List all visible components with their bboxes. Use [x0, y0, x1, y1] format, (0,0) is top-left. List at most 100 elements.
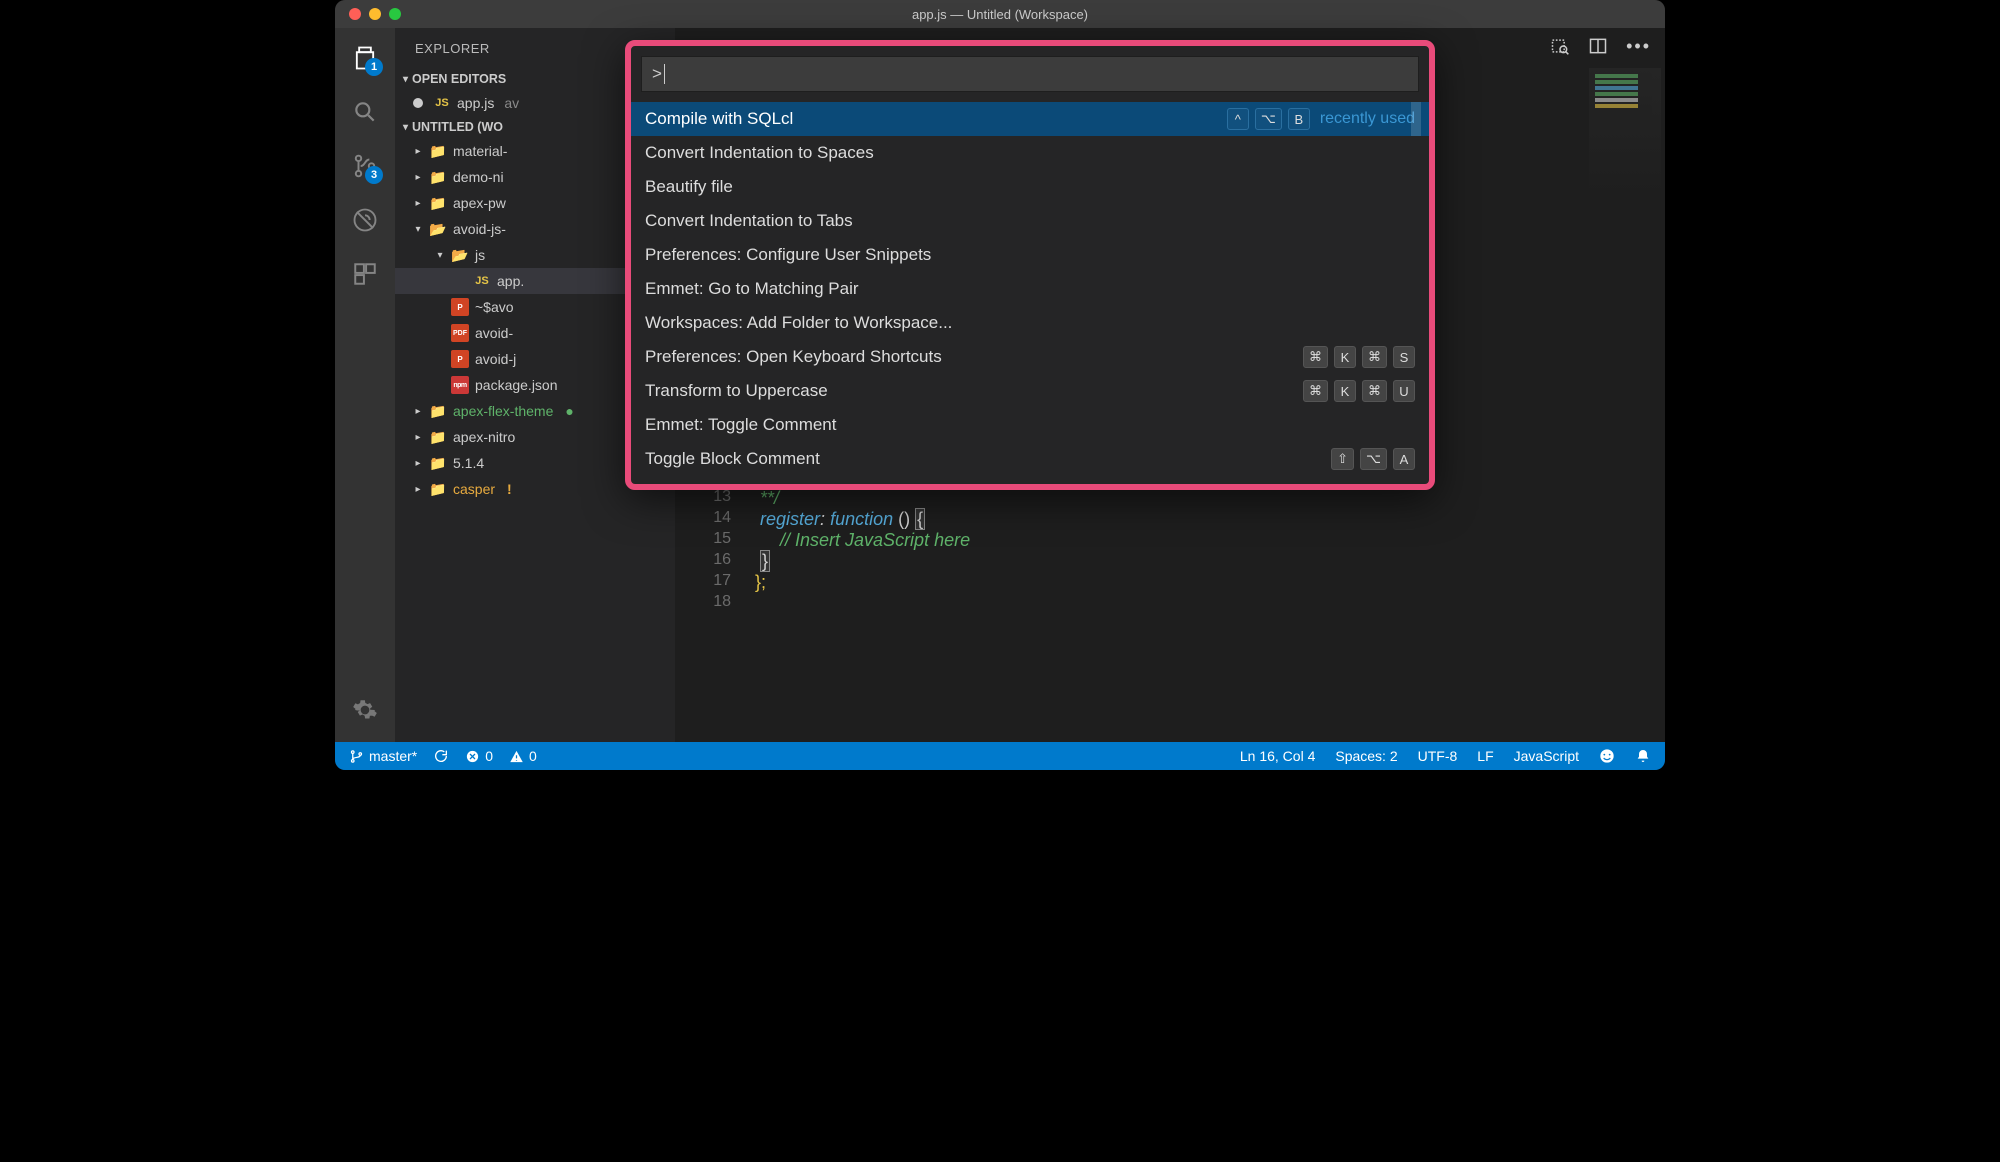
chevron-down-icon: ▾: [413, 224, 423, 235]
palette-item-label: Convert Indentation to Spaces: [645, 143, 1415, 163]
palette-item[interactable]: Compile with SQLcl^⌥Brecently used: [631, 102, 1429, 136]
file-label: demo-ni: [453, 169, 504, 185]
maximize-icon[interactable]: [389, 8, 401, 20]
chevron-right-icon: ▸: [413, 458, 423, 469]
chevron-right-icon: ▸: [413, 172, 423, 183]
chevron-right-icon: ▸: [413, 198, 423, 209]
key: A: [1393, 448, 1415, 470]
pdf-icon: PDF: [451, 324, 469, 342]
find-icon[interactable]: [1550, 36, 1570, 57]
keybinding: ^⌥B: [1227, 108, 1310, 130]
code-text: }: [760, 550, 770, 572]
folder-icon: 📁: [429, 428, 447, 446]
activity-settings-icon[interactable]: [349, 694, 381, 726]
palette-item[interactable]: Beautify file: [631, 170, 1429, 204]
palette-item[interactable]: Transform to Uppercase⌘K⌘U: [631, 374, 1429, 408]
git-modified-icon: ●: [565, 403, 573, 419]
key: ⌘: [1303, 346, 1328, 368]
folder-icon: 📁: [429, 194, 447, 212]
file-label: package.json: [475, 377, 558, 393]
open-editors-label: OPEN EDITORS: [412, 72, 506, 86]
activity-extensions-icon[interactable]: [349, 258, 381, 290]
chevron-right-icon: ▸: [413, 432, 423, 443]
git-untracked-icon: !: [507, 481, 512, 497]
folder-icon: 📂: [429, 220, 447, 238]
js-icon: JS: [433, 94, 451, 112]
palette-input[interactable]: >: [641, 56, 1419, 92]
palette-item-label: Toggle Block Comment: [645, 449, 1331, 469]
open-editor-label: app.js: [457, 95, 494, 111]
keybinding: ⌘K⌘U: [1303, 380, 1415, 402]
branch-label: master*: [369, 748, 417, 764]
palette-item[interactable]: Toggle Block Comment⇧ ⌥ A: [631, 442, 1429, 476]
titlebar: app.js — Untitled (Workspace): [335, 0, 1665, 28]
window-title: app.js — Untitled (Workspace): [335, 7, 1665, 22]
palette-item-label: Preferences: Open Keyboard Shortcuts: [645, 347, 1303, 367]
palette-prompt: >: [652, 64, 662, 84]
eol[interactable]: LF: [1477, 748, 1493, 764]
chevron-right-icon: ▸: [413, 146, 423, 157]
key: ⌥: [1360, 448, 1387, 470]
activity-search-icon[interactable]: [349, 96, 381, 128]
key: ⌥: [1255, 108, 1282, 130]
chevron-down-icon: ▾: [435, 250, 445, 261]
sync-icon[interactable]: [433, 748, 449, 764]
file-label: casper: [453, 481, 495, 497]
file-label: js: [475, 247, 485, 263]
palette-item-label: Compile with SQLcl: [645, 109, 1227, 129]
notifications-icon[interactable]: [1635, 748, 1651, 764]
ppt-icon: P: [451, 298, 469, 316]
palette-item[interactable]: Convert Indentation to Tabs: [631, 204, 1429, 238]
workspace-label: UNTITLED (WO: [412, 120, 503, 134]
activity-debug-icon[interactable]: [349, 204, 381, 236]
status-bar: master* 0 0 Ln 16, Col 4 Spaces: 2 UTF-8…: [335, 742, 1665, 770]
folder-icon: 📂: [451, 246, 469, 264]
split-editor-icon[interactable]: [1588, 36, 1608, 57]
palette-item[interactable]: Workspaces: Add Folder to Workspace...: [631, 306, 1429, 340]
cursor-position[interactable]: Ln 16, Col 4: [1240, 748, 1316, 764]
errors-count[interactable]: 0: [465, 748, 493, 764]
chevron-down-icon: ▾: [403, 122, 408, 133]
palette-item[interactable]: Convert Indentation to Spaces: [631, 136, 1429, 170]
folder-icon: 📁: [429, 168, 447, 186]
indent-setting[interactable]: Spaces: 2: [1335, 748, 1397, 764]
open-editor-suffix: av: [504, 95, 519, 111]
palette-item[interactable]: Emmet: Toggle Comment: [631, 408, 1429, 442]
key: K: [1334, 346, 1356, 368]
explorer-badge: 1: [365, 58, 383, 76]
git-branch[interactable]: master*: [349, 748, 417, 764]
feedback-icon[interactable]: [1599, 748, 1615, 764]
palette-item-label: Emmet: Go to Matching Pair: [645, 279, 1415, 299]
palette-item[interactable]: Preferences: Open Keyboard Shortcuts⌘K⌘S: [631, 340, 1429, 374]
editor-actions: •••: [1550, 36, 1651, 57]
encoding[interactable]: UTF-8: [1418, 748, 1458, 764]
file-label: ~$avo: [475, 299, 514, 315]
folder-icon: 📁: [429, 480, 447, 498]
scrollbar-thumb[interactable]: [1411, 102, 1421, 136]
file-label: avoid-j: [475, 351, 516, 367]
file-label: apex-nitro: [453, 429, 515, 445]
activity-explorer-icon[interactable]: 1: [349, 42, 381, 74]
folder-icon: 📁: [429, 402, 447, 420]
unsaved-dot-icon: [413, 98, 423, 108]
close-icon[interactable]: [349, 8, 361, 20]
js-icon: JS: [473, 272, 491, 290]
activity-scm-icon[interactable]: 3: [349, 150, 381, 182]
more-icon[interactable]: •••: [1626, 36, 1651, 57]
activity-bar: 1 3: [335, 28, 395, 742]
palette-item[interactable]: Emmet: Go to Matching Pair: [631, 272, 1429, 306]
file-label: material-: [453, 143, 507, 159]
minimize-icon[interactable]: [369, 8, 381, 20]
warnings-count[interactable]: 0: [509, 748, 537, 764]
traffic-lights: [335, 8, 401, 20]
file-label: 5.1.4: [453, 455, 484, 471]
palette-list: Compile with SQLcl^⌥Brecently used Conver…: [631, 102, 1429, 484]
language-mode[interactable]: JavaScript: [1514, 748, 1579, 764]
folder-icon: 📁: [429, 454, 447, 472]
npm-icon: npm: [451, 376, 469, 394]
palette-item[interactable]: Preferences: Configure User Snippets: [631, 238, 1429, 272]
command-palette: > Compile with SQLcl^⌥Brecently used Conv…: [625, 40, 1435, 490]
key: ⇧: [1331, 448, 1354, 470]
palette-item-label: Beautify file: [645, 177, 1415, 197]
file-label: apex-pw: [453, 195, 506, 211]
